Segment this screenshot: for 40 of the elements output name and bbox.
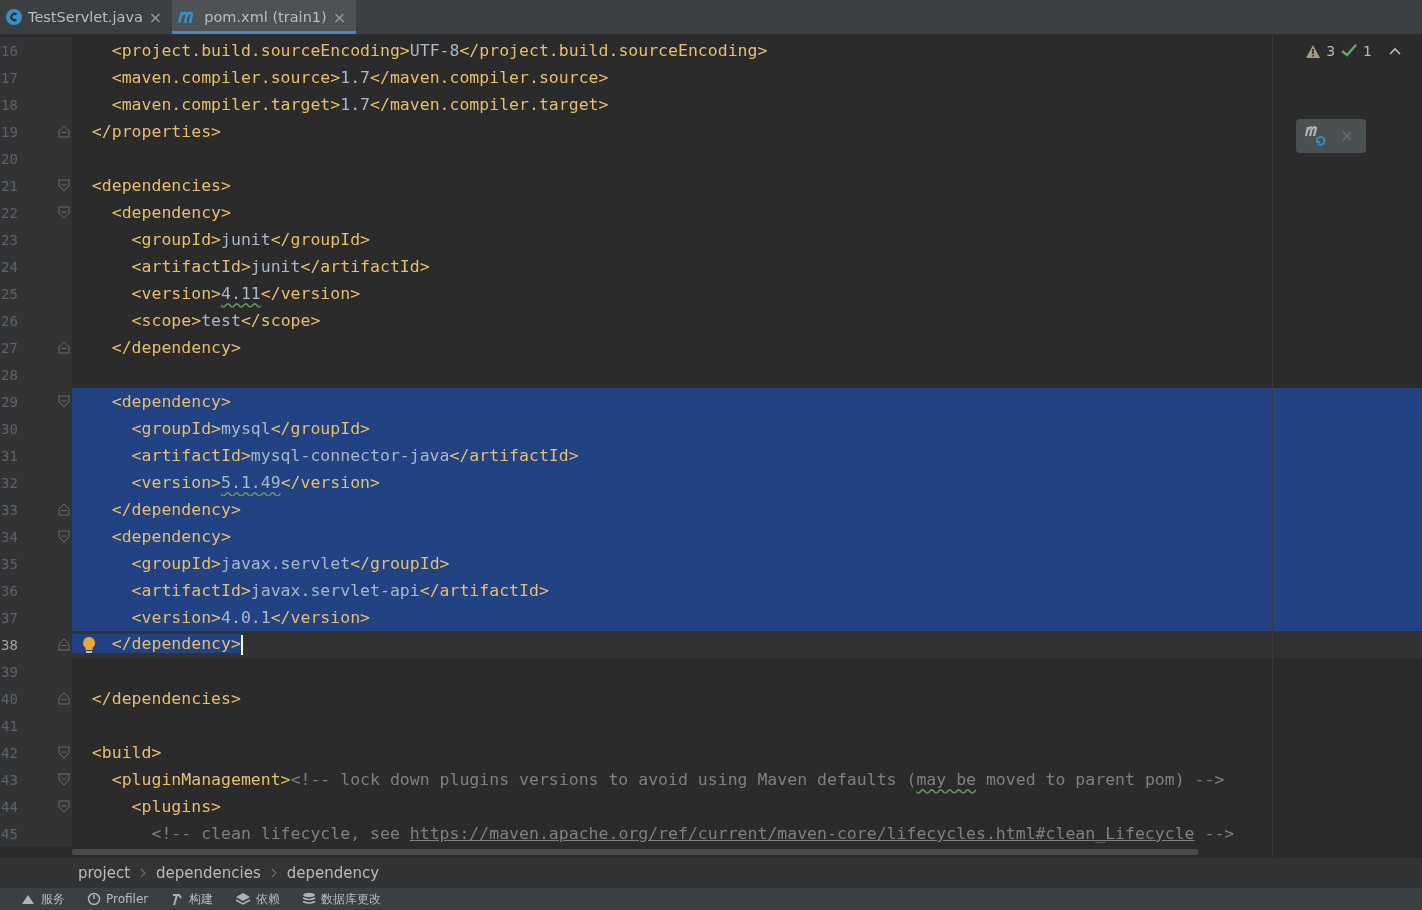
link[interactable]: https://maven.apache.org/ref/current/maven-core/lifecycles.html#clean_Lifecycle <box>409 824 1195 843</box>
breadcrumb[interactable]: dependency <box>286 864 380 882</box>
check-count: 1 <box>1363 43 1372 59</box>
code-line: <artifactId>mysql-connector-java</artifactId> <box>130 446 579 465</box>
tool-window-button[interactable]: 构建 <box>170 890 214 908</box>
code-line: <version>4.0.1</version> <box>130 608 371 627</box>
breadcrumb[interactable]: project <box>78 864 131 882</box>
tool-window-button[interactable]: 数据库更改 <box>302 890 382 908</box>
code-line: <scope>test</scope> <box>130 311 321 330</box>
code-line: <dependency> <box>110 527 231 546</box>
code-line: <groupId>junit</groupId> <box>130 230 371 249</box>
code-line: <version>4.11</version> <box>130 284 361 303</box>
code-line: <maven.compiler.source>1.7</maven.compiler.source> <box>110 68 609 87</box>
code-line: <version>5.1.49</version> <box>130 473 380 492</box>
editor-tab[interactable]: TestServlet.java × <box>0 0 173 34</box>
code-line: <artifactId>junit</artifactId> <box>130 257 430 276</box>
code-line: <pluginManagement><!-- lock down plugins versions to avoid using Maven defaults (may be moved to parent pom) --> <box>110 770 1225 789</box>
code-line: <maven.compiler.target>1.7</maven.compiler.target> <box>110 95 609 114</box>
code-line: <build> <box>90 743 162 762</box>
code-line: <plugins> <box>130 797 221 816</box>
code-line: <project.build.sourceEncoding>UTF-8</project.build.sourceEncoding> <box>110 41 768 60</box>
code-line: <groupId>mysql</groupId> <box>130 419 371 438</box>
code-line: </dependency> <box>110 338 241 357</box>
code-line: <!-- clean lifecycle, see https://maven.apache.org/ref/current/maven-core/lifecycles.html#clean_Lifecycle --> <box>150 824 1235 843</box>
code-line: </dependency> <box>110 500 241 519</box>
close-icon[interactable]: × <box>148 7 163 27</box>
tool-window-button[interactable]: 服务 <box>20 890 65 908</box>
tool-window-button[interactable]: 依赖 <box>235 890 281 908</box>
code-line: <dependency> <box>110 392 231 411</box>
code-line: <dependencies> <box>90 176 231 195</box>
line-number: 38 <box>1 636 19 653</box>
warning-count: 3 <box>1326 43 1336 59</box>
breadcrumb[interactable]: dependencies <box>156 864 261 882</box>
tool-window-button[interactable]: Profiler <box>87 892 149 906</box>
code-line: </dependencies> <box>90 689 241 708</box>
code-line: <groupId>javax.servlet</groupId> <box>130 554 450 573</box>
code-line: <dependency> <box>110 203 231 222</box>
code-line: <artifactId>javax.servlet-api</artifactId> <box>130 581 549 600</box>
editor-tab[interactable]: pom.xml (train1) × <box>172 0 357 34</box>
code-line: </properties> <box>90 122 221 141</box>
